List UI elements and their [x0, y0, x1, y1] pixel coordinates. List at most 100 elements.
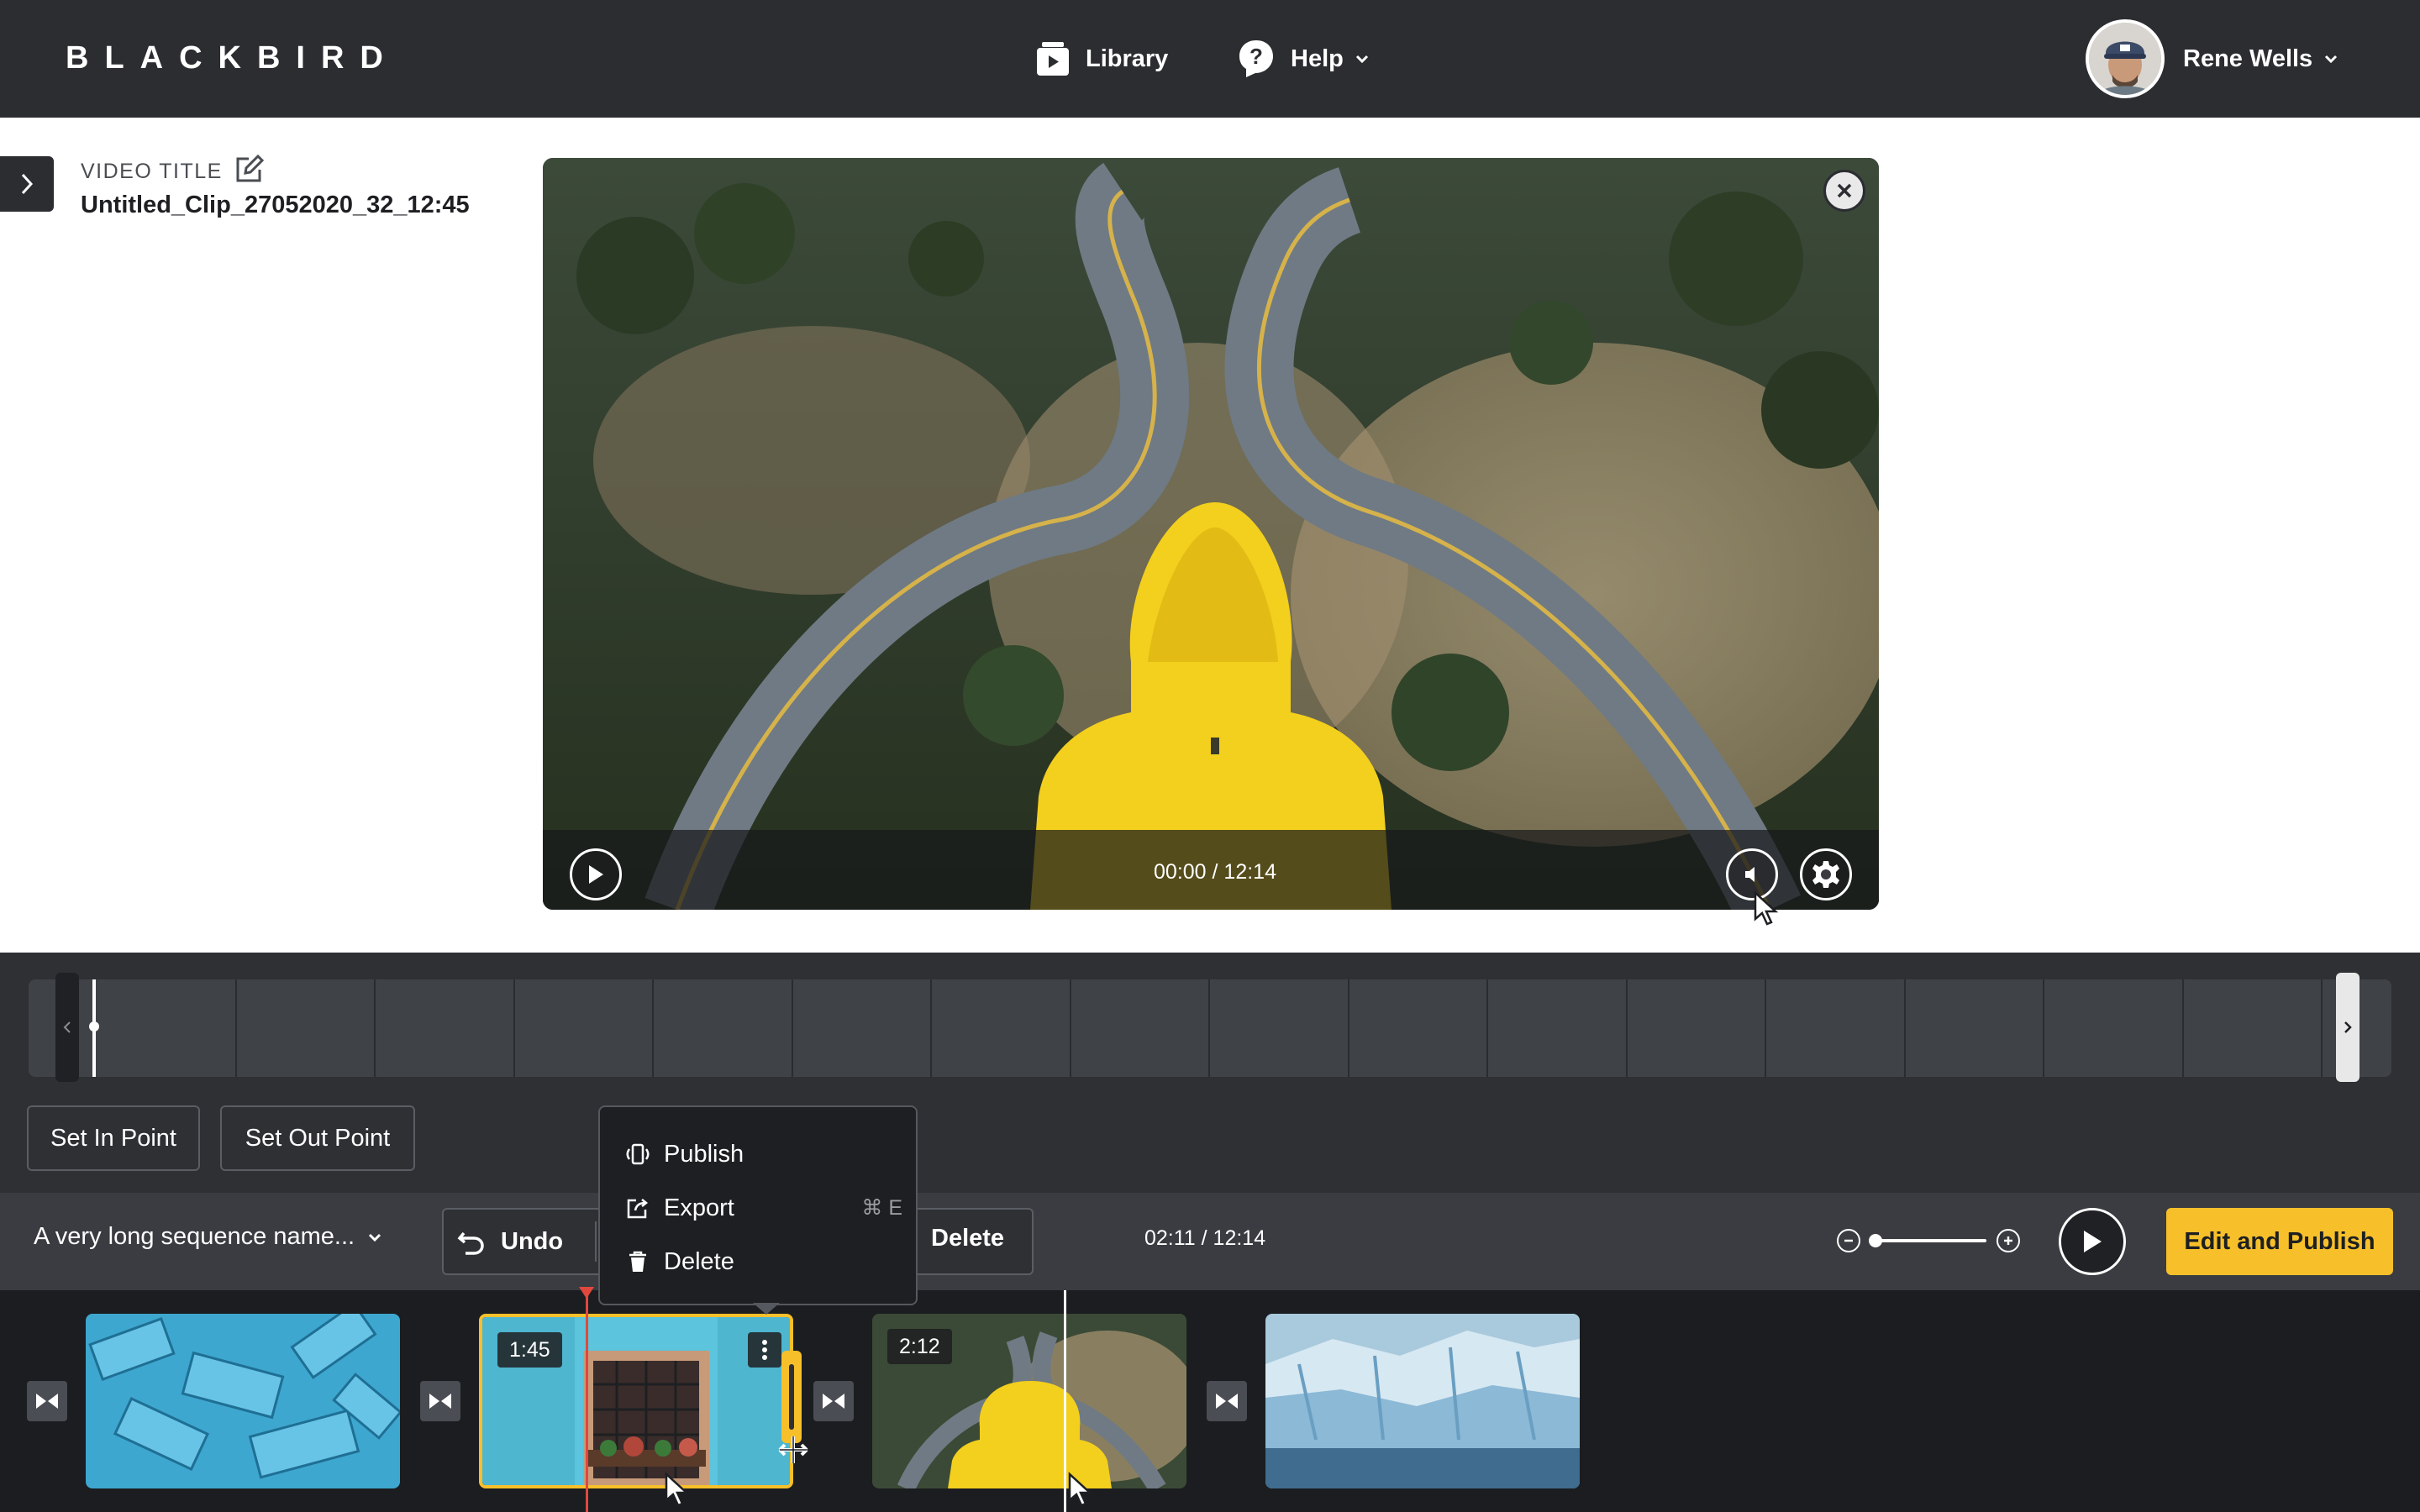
clip-duration: 1:45: [497, 1332, 562, 1368]
close-button[interactable]: [1823, 170, 1865, 212]
play-icon: [589, 865, 603, 884]
zoom-track[interactable]: [1876, 1239, 1986, 1242]
undo-icon: [457, 1231, 484, 1255]
export-icon: [627, 1199, 649, 1219]
chevron-right-icon: [2344, 1021, 2352, 1033]
chevron-down-icon: [368, 1233, 381, 1242]
clip-context-menu: Publish Export ⌘ E Delete: [598, 1105, 918, 1305]
svg-text:?: ?: [1249, 44, 1263, 69]
menu-item-export[interactable]: Export ⌘ E: [625, 1189, 902, 1226]
chevron-down-icon: [2324, 55, 2338, 63]
chevron-left-icon: [63, 1021, 71, 1033]
edit-and-publish-button[interactable]: Edit and Publish: [2166, 1208, 2393, 1275]
chevron-right-icon: [21, 173, 34, 195]
clip-more-button[interactable]: [748, 1332, 781, 1368]
divider: [595, 1221, 597, 1262]
transition-button[interactable]: [1207, 1381, 1247, 1421]
undo-label: Undo: [501, 1227, 564, 1255]
zoom-out-button[interactable]: [1837, 1229, 1860, 1252]
delete-button[interactable]: Delete: [931, 1225, 1004, 1252]
transition-button[interactable]: [813, 1381, 854, 1421]
trim-left-handle[interactable]: [55, 973, 79, 1082]
user-menu[interactable]: Rene Wells: [2086, 18, 2338, 99]
chevron-down-icon: [1355, 55, 1384, 63]
transition-icon: [36, 1394, 58, 1409]
strip-frame-divider: [1486, 979, 1488, 1077]
sequence-name: A very long sequence name...: [34, 1223, 355, 1250]
edit-icon[interactable]: [234, 154, 265, 189]
nav-help-label: Help: [1291, 45, 1344, 72]
strip-frame-divider: [1903, 979, 1906, 1077]
volume-icon: [1745, 867, 1754, 882]
menu-item-shortcut: ⌘ E: [861, 1196, 902, 1220]
trim-right-handle[interactable]: [2336, 973, 2360, 1082]
strip-frame-divider: [652, 979, 654, 1077]
strip-frame-divider: [234, 979, 237, 1077]
clip-thumbnail: [1265, 1314, 1580, 1488]
clip-duration: 2:12: [887, 1329, 952, 1364]
nav-help[interactable]: ? Help: [1237, 34, 1384, 84]
video-player[interactable]: 00:00 / 12:14: [543, 158, 1879, 910]
play-button[interactable]: [570, 848, 622, 900]
zoom-in-button[interactable]: [1996, 1229, 2020, 1252]
zoom-slider[interactable]: [1837, 1226, 2023, 1255]
transition-button[interactable]: [420, 1381, 460, 1421]
transition-button[interactable]: [27, 1381, 67, 1421]
play-icon: [2084, 1231, 2102, 1252]
timeline-clip-selected[interactable]: 1:45: [479, 1314, 793, 1488]
transition-icon: [823, 1394, 844, 1409]
video-title-value[interactable]: Untitled_Clip_27052020_32_12:45: [81, 192, 470, 219]
close-icon: [1837, 183, 1852, 198]
menu-item-label: Delete: [664, 1247, 734, 1275]
plus-icon: [2004, 1236, 2012, 1245]
set-out-point-button[interactable]: Set Out Point: [220, 1105, 415, 1171]
nav-library[interactable]: Library: [1035, 34, 1168, 84]
library-icon: [1037, 42, 1069, 76]
trim-grip: [789, 1364, 794, 1430]
video-title-label: VIDEO TITLE: [81, 160, 223, 183]
strip-frame-divider: [1208, 979, 1210, 1077]
sequence-name-dropdown[interactable]: A very long sequence name...: [34, 1223, 381, 1251]
menu-item-label: Publish: [664, 1140, 744, 1168]
trash-icon: [629, 1251, 646, 1272]
volume-button[interactable]: [1726, 848, 1778, 900]
clip-trim-handle[interactable]: [781, 1351, 802, 1443]
strip-frame-divider: [1069, 979, 1071, 1077]
sequence-time: 02:11 / 12:14: [1144, 1226, 1266, 1250]
timeline-clip[interactable]: [1265, 1314, 1580, 1488]
strip-frame-divider: [1625, 979, 1628, 1077]
settings-icon: [1812, 861, 1839, 888]
timeline-clip[interactable]: 2:12: [872, 1314, 1186, 1488]
strip-frame-divider: [791, 979, 793, 1077]
timeline-clip[interactable]: [86, 1314, 400, 1488]
strip-frame-divider: [374, 979, 376, 1077]
more-vertical-icon: [762, 1340, 767, 1360]
settings-button[interactable]: [1800, 848, 1852, 900]
strip-frame-divider: [1765, 979, 1766, 1077]
strip-frame-divider: [930, 979, 932, 1077]
transition-icon: [429, 1394, 451, 1409]
player-controls: 00:00 / 12:14: [543, 830, 1879, 910]
strip-frame-divider: [2181, 979, 2184, 1077]
strip-frame-divider: [513, 979, 515, 1077]
publish-icon: [626, 1143, 650, 1165]
playhead-marker-icon[interactable]: [579, 1287, 594, 1299]
menu-item-label: Export: [664, 1194, 734, 1221]
menu-item-delete[interactable]: Delete: [625, 1243, 902, 1280]
menu-item-publish[interactable]: Publish: [625, 1136, 902, 1173]
trim-strip[interactable]: [29, 979, 2391, 1077]
top-bar: BLACKBIRD Library ? Help Rene Wells: [0, 0, 2420, 118]
avatar: [2086, 19, 2165, 98]
minus-icon: [1844, 1239, 1853, 1242]
undo-button[interactable]: Undo: [457, 1210, 563, 1273]
sequence-play-button[interactable]: [2059, 1208, 2126, 1275]
zoom-knob[interactable]: [1869, 1234, 1882, 1247]
timeline-playhead[interactable]: [586, 1290, 588, 1512]
trim-playhead-knob[interactable]: [89, 1021, 99, 1032]
panel-toggle-button[interactable]: [0, 156, 54, 212]
user-name: Rene Wells: [2183, 45, 2313, 72]
strip-frame-divider: [2321, 979, 2323, 1077]
set-in-point-button[interactable]: Set In Point: [27, 1105, 200, 1171]
clip-thumbnail: [86, 1314, 400, 1488]
logo[interactable]: BLACKBIRD: [66, 40, 399, 76]
